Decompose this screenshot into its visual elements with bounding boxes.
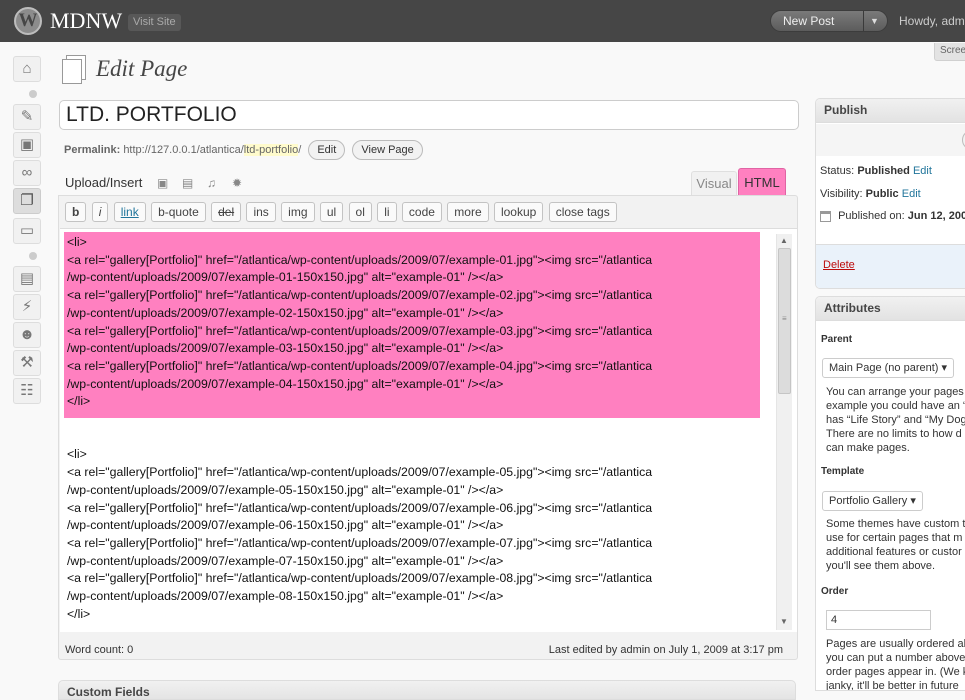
quicktag-del-button[interactable]: del <box>211 202 242 222</box>
publish-footer: Delete <box>816 244 965 288</box>
menu-separator <box>29 90 37 98</box>
parent-select-value: Main Page (no parent) <box>829 362 939 374</box>
quicktag-img-button[interactable]: img <box>281 202 315 222</box>
calendar-icon <box>820 210 831 222</box>
attributes-box: Attributes Parent Main Page (no parent) … <box>815 296 965 691</box>
tab-html[interactable]: HTML <box>738 168 786 196</box>
settings-icon[interactable]: ☷ <box>13 378 41 404</box>
publish-actions <box>816 124 965 156</box>
published-on-label: Published on: <box>838 210 905 222</box>
add-video-icon[interactable]: ▤ <box>182 176 193 190</box>
view-page-button[interactable]: View Page <box>352 140 423 160</box>
word-count: Word count: 0 <box>65 644 134 656</box>
permalink-base: http://127.0.0.1/atlantica/ <box>123 143 244 156</box>
publish-box: Publish Status: Published Edit Visibilit… <box>815 98 965 289</box>
permalink-end: / <box>298 143 302 156</box>
appearance-icon[interactable]: ▤ <box>13 266 41 292</box>
quicktag-italic-button[interactable]: i <box>91 202 109 222</box>
quicktag-code-button[interactable]: code <box>401 202 442 222</box>
quicktag-li-button[interactable]: li <box>377 202 397 222</box>
quicktag-blockquote-button[interactable]: b-quote <box>151 202 206 222</box>
visibility-edit-link[interactable]: Edit <box>902 188 921 200</box>
new-post-label: New Post <box>783 14 835 28</box>
chevron-down-icon: ▾ <box>941 362 948 374</box>
quicktag-ol-button[interactable]: ol <box>348 202 372 222</box>
visibility-label: Visibility: <box>820 188 863 200</box>
last-edited: Last edited by admin on July 1, 2009 at … <box>548 644 783 656</box>
comments-icon[interactable]: ▭ <box>13 218 41 244</box>
permalink-slug[interactable]: ltd-portfolio <box>243 143 299 156</box>
howdy-user[interactable]: Howdy, adm <box>899 14 965 28</box>
dashboard-icon[interactable]: ⌂ <box>13 56 41 82</box>
visit-site-button[interactable]: Visit Site <box>128 14 181 31</box>
tools-icon[interactable]: ⚒ <box>13 350 41 376</box>
status-label: Status: <box>820 165 855 177</box>
chevron-down-icon: ▾ <box>910 495 916 507</box>
quicktag-lookup-button[interactable]: lookup <box>493 202 544 222</box>
edit-page-icon <box>60 55 88 85</box>
permalink: Permalink: http://127.0.0.1/atlantica/lt… <box>64 140 423 160</box>
quicktag-close-tags-button[interactable]: close tags <box>548 202 617 222</box>
plugins-icon[interactable]: ⚡ <box>13 294 41 320</box>
new-post-button[interactable]: New Post ▼ <box>770 10 888 32</box>
attributes-box-title[interactable]: Attributes <box>816 297 965 321</box>
content-text: <li> <a rel="gallery[Portfolio]" href="/… <box>67 235 653 621</box>
quicktag-more-button[interactable]: more <box>447 202 489 222</box>
quicktag-ins-button[interactable]: ins <box>246 202 276 222</box>
add-image-icon[interactable]: ▣ <box>157 176 168 190</box>
status-row: Status: Published Edit <box>820 165 932 177</box>
template-label: Template <box>821 466 865 477</box>
users-icon[interactable]: ☻ <box>13 322 41 348</box>
quicktags-toolbar: b i link b-quote del ins img ul ol li co… <box>65 202 619 224</box>
add-media-icon[interactable]: ✹ <box>232 176 242 190</box>
links-icon[interactable]: ∞ <box>13 160 41 186</box>
post-editor: b i link b-quote del ins img ul ol li co… <box>58 195 798 660</box>
visibility-value: Public <box>865 188 899 200</box>
custom-fields-box[interactable]: Custom Fields <box>58 680 796 700</box>
status-value: Published <box>857 165 910 177</box>
menu-separator <box>29 252 37 260</box>
publish-box-title[interactable]: Publish <box>816 99 965 123</box>
posts-icon[interactable]: ✎ <box>13 104 41 130</box>
wordpress-logo-icon[interactable]: W <box>14 7 42 35</box>
media-icon[interactable]: ▣ <box>13 132 41 158</box>
scroll-grip-icon: ≡ <box>782 314 787 323</box>
order-label: Order <box>821 586 849 597</box>
published-on-row: Published on: Jun 12, 2009 <box>820 210 965 222</box>
tab-visual[interactable]: Visual <box>691 171 737 196</box>
pages-icon[interactable]: ❐ <box>13 188 41 214</box>
delete-link[interactable]: Delete <box>823 259 855 271</box>
site-title: MDNW <box>50 8 123 33</box>
permalink-label: Permalink: <box>64 143 121 156</box>
chevron-down-icon[interactable]: ▼ <box>870 11 879 31</box>
permalink-edit-button[interactable]: Edit <box>308 140 346 160</box>
parent-help-text: You can arrange your pages example you c… <box>826 386 965 454</box>
post-title-input[interactable]: LTD. PORTFOLIO <box>59 100 799 130</box>
template-select[interactable]: Portfolio Gallery ▾ <box>822 491 923 511</box>
editor-scrollbar[interactable]: ▲ ≡ ▼ <box>776 234 792 630</box>
template-select-value: Portfolio Gallery <box>829 495 908 507</box>
quicktag-link-button[interactable]: link <box>113 202 146 222</box>
screen-options-tab[interactable]: Scree <box>934 43 965 61</box>
template-help-text: Some themes have custom te use for certa… <box>826 518 965 572</box>
quicktag-ul-button[interactable]: ul <box>319 202 344 222</box>
order-help-text: Pages are usually ordered al you can put… <box>826 638 965 691</box>
add-audio-icon[interactable]: ♫ <box>207 176 216 190</box>
published-on-value: Jun 12, 2009 <box>907 210 965 222</box>
upload-insert-label: Upload/Insert <box>65 175 143 190</box>
scroll-up-arrow-icon[interactable]: ▲ <box>780 236 788 245</box>
page-title: Edit Page <box>96 56 188 81</box>
new-post-divider <box>863 11 864 31</box>
scrollbar-thumb[interactable]: ≡ <box>778 248 791 394</box>
order-input[interactable]: 4 <box>826 610 931 630</box>
visibility-row: Visibility: Public Edit <box>820 188 921 200</box>
scroll-down-arrow-icon[interactable]: ▼ <box>780 617 788 626</box>
parent-label: Parent <box>821 334 853 345</box>
status-edit-link[interactable]: Edit <box>913 165 932 177</box>
quicktag-bold-button[interactable]: b <box>65 202 87 222</box>
content-textarea[interactable]: <li> <a rel="gallery[Portfolio]" href="/… <box>60 228 797 632</box>
admin-header: W MDNW Visit Site New Post ▼ Howdy, adm <box>0 0 965 42</box>
parent-select[interactable]: Main Page (no parent) ▾ <box>822 358 955 378</box>
